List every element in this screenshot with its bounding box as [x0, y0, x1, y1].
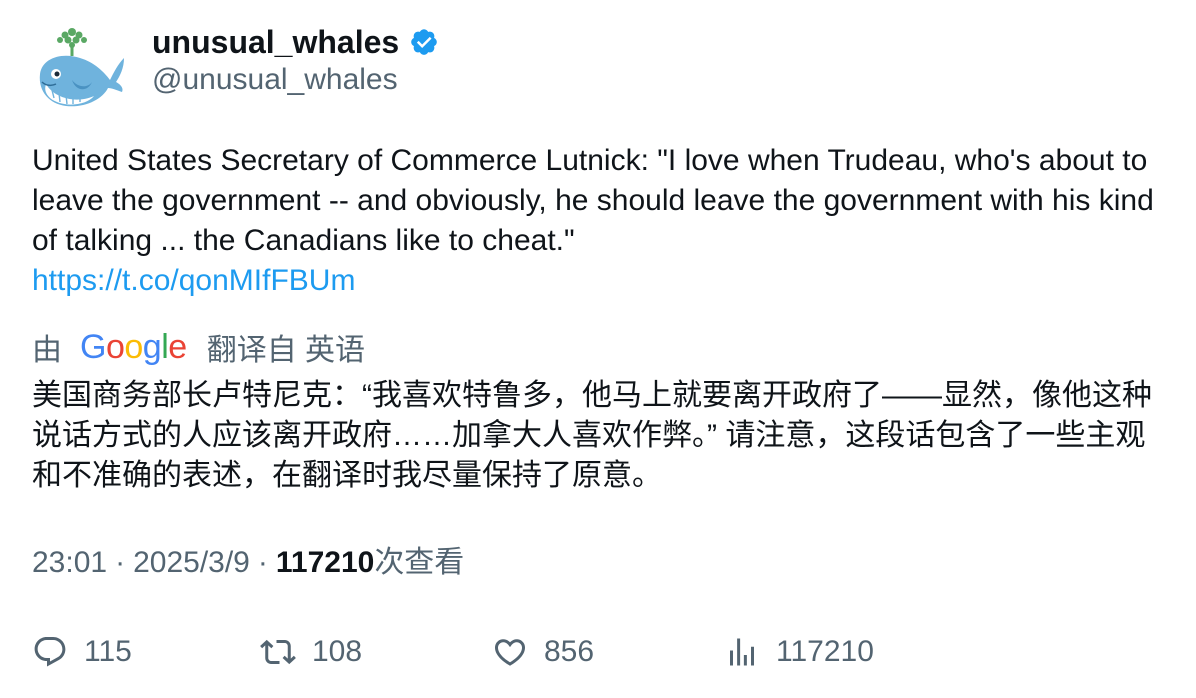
avatar[interactable]	[32, 22, 128, 112]
views-count: 117210	[275, 546, 375, 579]
whale-logo-icon	[39, 28, 124, 107]
views-label: 次查看	[374, 546, 465, 579]
views-button[interactable]: 117210	[724, 630, 874, 674]
tweet-body: United States Secretary of Commerce Lutn…	[32, 144, 1154, 257]
meta-separator: ·	[115, 546, 126, 579]
retweet-count: 108	[312, 635, 363, 668]
like-button[interactable]: 856	[492, 630, 594, 674]
tweet-time[interactable]: 23:01	[32, 543, 107, 583]
tweet-date[interactable]: 2025/3/9	[133, 543, 250, 583]
analytics-icon	[730, 638, 754, 666]
verified-badge-icon	[409, 27, 439, 57]
author-handle[interactable]: @unusual_whales	[152, 62, 398, 98]
reply-count: 115	[84, 635, 132, 668]
translation-source-language: 翻译自 英语	[206, 334, 366, 367]
tweet-meta: 23:01 · 2025/3/9 · 117210 次查看	[32, 543, 464, 583]
tweet-text: United States Secretary of Commerce Lutn…	[32, 141, 1172, 301]
reply-icon	[34, 637, 66, 667]
author-row: unusual_whales	[152, 24, 439, 60]
meta-separator: ·	[257, 546, 268, 579]
retweet-icon	[260, 639, 296, 665]
translation-attribution: 由 Google 翻译自 英语	[32, 327, 365, 367]
retweet-button[interactable]: 108	[260, 630, 362, 674]
google-logo[interactable]: Google	[80, 327, 187, 367]
reply-button[interactable]: 115	[32, 630, 132, 674]
views-action-count: 117210	[776, 635, 874, 668]
heart-icon	[494, 639, 526, 666]
translation-by-label: 由	[32, 334, 62, 367]
display-name[interactable]: unusual_whales	[152, 24, 399, 60]
like-count: 856	[544, 635, 595, 668]
translated-text: 美国商务部长卢特尼克：“我喜欢特鲁多，他马上就要离开政府了——显然，像他这种说话…	[32, 379, 1152, 492]
tweet-actions: 115 108 856 117210	[32, 630, 1172, 674]
tweet-link[interactable]: https://t.co/qonMIfFBUm	[32, 261, 1172, 301]
